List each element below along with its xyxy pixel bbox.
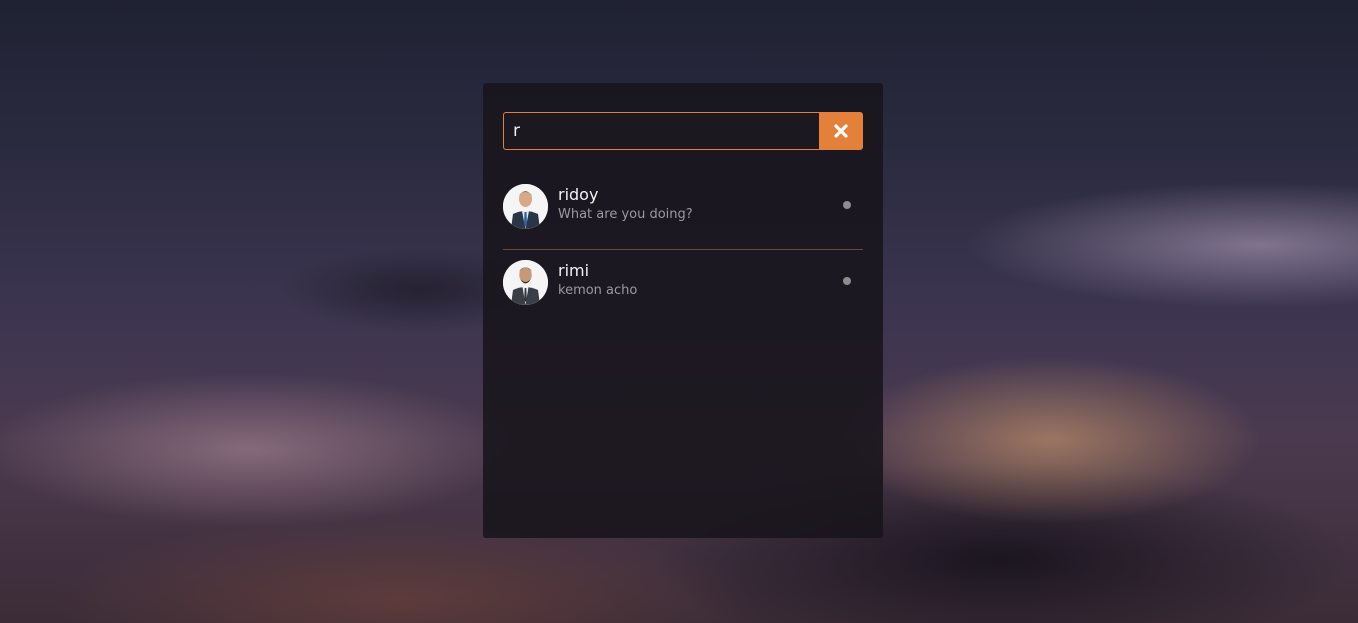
close-icon [834,124,848,138]
avatar [503,260,548,305]
contact-list: ridoy What are you doing? rimi kemon ach… [503,174,863,326]
contact-name: rimi [558,261,590,280]
status-dot-icon [843,201,851,209]
chat-search-panel: ridoy What are you doing? rimi kemon ach… [483,83,883,538]
clear-search-button[interactable] [819,112,863,150]
avatar [503,184,548,229]
list-item[interactable]: ridoy What are you doing? [503,174,863,250]
list-item[interactable]: rimi kemon acho [503,250,863,326]
last-message: What are you doing? [558,207,693,222]
last-message: kemon acho [558,283,638,298]
contact-name: ridoy [558,185,599,204]
search-input[interactable] [503,112,819,150]
status-dot-icon [843,277,851,285]
search-bar [503,112,863,150]
